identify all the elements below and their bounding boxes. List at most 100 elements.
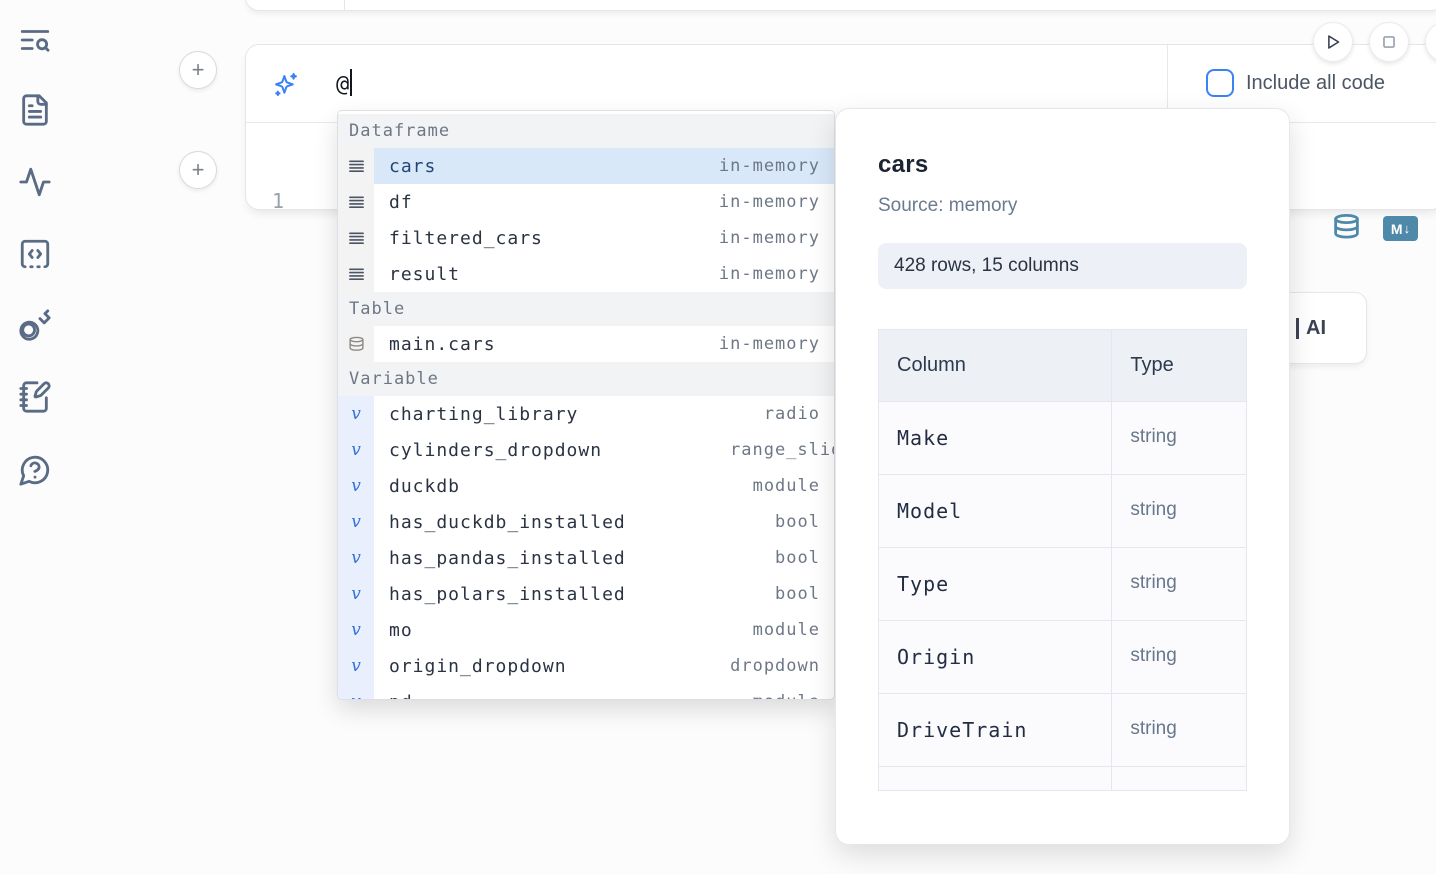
completion-item-name: result [389, 264, 460, 285]
completion-item[interactable]: vhas_polars_installedbool [338, 576, 834, 612]
completion-item-gutter: v [338, 540, 374, 576]
schema-column-name: DriveTrain [879, 694, 1112, 766]
completion-item[interactable]: filtered_carsin-memory [338, 220, 834, 256]
completion-item-type: in-memory [719, 156, 820, 176]
completion-item[interactable]: vcylinders_dropdownrange_slider [338, 432, 834, 468]
completion-item-type: range_slider [730, 440, 834, 460]
help-chat-icon[interactable] [18, 453, 54, 489]
completion-item-gutter: v [338, 684, 374, 700]
variable-icon: v [351, 584, 361, 604]
completion-item[interactable]: vcharting_libraryradio [338, 396, 834, 432]
completion-item-name: origin_dropdown [389, 656, 567, 677]
schema-header-row: ColumnType [878, 330, 1247, 402]
completion-item-gutter: v [338, 504, 374, 540]
preview-title: cars [878, 151, 1247, 179]
completion-item-gutter: v [338, 648, 374, 684]
completion-section-header: Variable [338, 362, 834, 396]
completion-item-gutter: v [338, 576, 374, 612]
schema-row: DriveTrainstring [878, 694, 1247, 767]
variable-icon: v [351, 512, 361, 532]
completion-item-type: bool [775, 548, 820, 568]
schema-row: Originstring [878, 621, 1247, 694]
completion-item-name: pd [389, 692, 413, 701]
schema-table: ColumnTypeMakestringModelstringTypestrin… [878, 329, 1247, 795]
include-all-code-toggle[interactable]: Include all code [1206, 69, 1385, 97]
run-cell-button[interactable] [1313, 22, 1353, 62]
schema-header-type: Type [1112, 330, 1246, 401]
variable-icon: v [351, 656, 361, 676]
add-cell-button-bottom[interactable]: + [179, 151, 217, 189]
datasource-database-icon[interactable] [1332, 213, 1361, 244]
schema-column-type: string [1112, 694, 1246, 766]
add-cell-button-top[interactable]: + [179, 51, 217, 89]
completion-item[interactable]: vmo module [338, 612, 834, 648]
completion-item-gutter [338, 256, 374, 292]
file-document-icon[interactable] [18, 93, 54, 129]
completion-item-name: df [389, 192, 413, 213]
completion-item-gutter: v [338, 432, 374, 468]
completion-item-type: dropdown [730, 656, 820, 676]
left-sidebar [0, 0, 70, 874]
completion-item[interactable]: v origin_dropdown dropdown [338, 648, 834, 684]
completion-item[interactable]: main.carsin-memory [338, 326, 834, 362]
completion-item[interactable]: result in-memory [338, 256, 834, 292]
schema-row: Makestring [878, 402, 1247, 475]
dataframe-preview-panel: cars Source: memory 428 rows, 15 columns… [835, 108, 1290, 845]
completion-section-header: Dataframe [338, 114, 834, 148]
dataframe-icon [348, 194, 365, 211]
clipped-letter [1296, 318, 1299, 339]
completion-item-gutter: v [338, 468, 374, 504]
snippets-code-icon[interactable] [18, 237, 54, 273]
schema-column-type: string [1112, 402, 1246, 474]
completion-item-type: bool [775, 512, 820, 532]
activity-pulse-icon[interactable] [18, 165, 54, 201]
ai-prompt-input[interactable]: @ [336, 69, 352, 97]
completion-item[interactable]: dfin-memory [338, 184, 834, 220]
completion-item[interactable]: vduckdbmodule [338, 468, 834, 504]
variable-icon: v [351, 548, 361, 568]
completion-item[interactable]: v pd module [338, 684, 834, 700]
text-cursor [350, 69, 352, 96]
ai-button-label: AI [1306, 317, 1326, 340]
completion-item-name: filtered_cars [389, 228, 543, 249]
completion-item-name: duckdb [389, 476, 460, 497]
dataframe-icon [348, 230, 365, 247]
include-all-code-label: Include all code [1246, 72, 1385, 95]
include-all-code-checkbox[interactable] [1206, 69, 1234, 97]
completion-item-type: radio [764, 404, 820, 424]
scratchpad-notebook-pen-icon[interactable] [18, 380, 54, 416]
completion-item-name: has_duckdb_installed [389, 512, 626, 533]
completion-item-name: cars [389, 156, 436, 177]
schema-column-type: string [1112, 621, 1246, 693]
completion-item-name: has_pandas_installed [389, 548, 626, 569]
completion-item-type: in-memory [719, 334, 820, 354]
completion-item-name: has_polars_installed [389, 584, 626, 605]
completion-item[interactable]: v has_duckdb_installed bool [338, 504, 834, 540]
dataframe-icon [348, 158, 365, 175]
markdown-convert-icon[interactable]: M↓ [1383, 216, 1418, 241]
schema-column-type: string [1112, 475, 1246, 547]
completion-item-type: in-memory [719, 264, 820, 284]
completion-item-name: mo [389, 620, 413, 641]
variable-icon: v [351, 692, 361, 700]
schema-column-name: Model [879, 475, 1112, 547]
completion-item[interactable]: cars in-memory [338, 148, 834, 184]
play-icon [1322, 31, 1344, 53]
table-of-contents-search-icon[interactable] [18, 23, 54, 59]
completion-item-gutter [338, 184, 374, 220]
completion-item[interactable]: v has_pandas_installed bool [338, 540, 834, 576]
variable-icon: v [351, 404, 361, 424]
completion-item-gutter: v [338, 612, 374, 648]
schema-column-type: string [1112, 548, 1246, 620]
preview-source: Source: memory [878, 195, 1247, 217]
completion-item-gutter [338, 220, 374, 256]
schema-column-name: Origin [879, 621, 1112, 693]
completion-item-gutter [338, 148, 374, 184]
previous-cell-edge [245, 0, 1436, 11]
completion-item-type: module [753, 692, 820, 700]
completion-item-type: module [753, 620, 820, 640]
stop-button[interactable] [1369, 22, 1409, 62]
dataframe-icon [348, 266, 365, 283]
key-icon[interactable] [18, 308, 54, 344]
schema-row-partial [878, 767, 1247, 791]
